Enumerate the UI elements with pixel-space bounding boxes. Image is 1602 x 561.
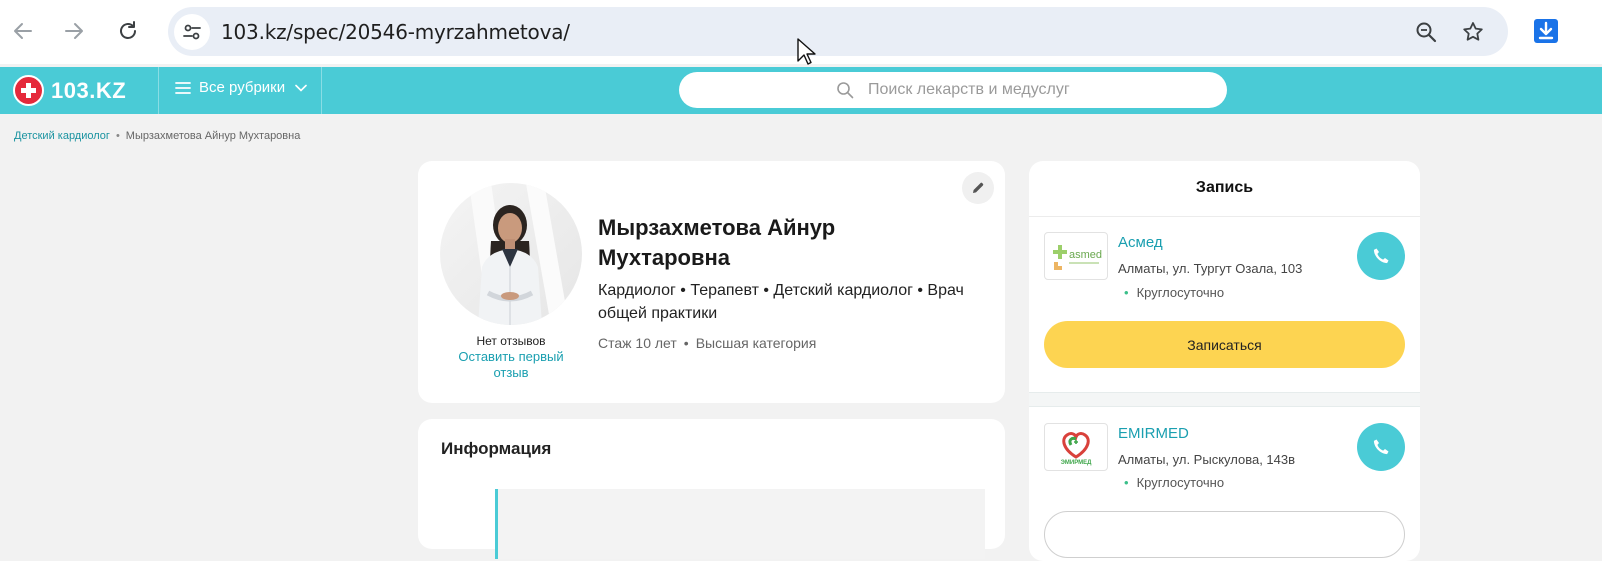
no-reviews-label: Нет отзывов	[476, 334, 546, 348]
asmed-logo[interactable]: asmed	[1044, 232, 1108, 280]
clinic-hours: • Круглосуточно	[1124, 475, 1224, 490]
url-text[interactable]: 103.kz/spec/20546-myrzahmetova/	[221, 20, 570, 44]
logo-text: 103.KZ	[51, 77, 127, 103]
header-divider	[321, 67, 322, 114]
booking-card: Запись asmed Асмед Алматы, ул. Тургут Оз…	[1029, 161, 1420, 561]
meta-separator: •	[683, 335, 689, 351]
all-rubrics-label: Все рубрики	[199, 79, 286, 96]
experience-text: Стаж 10 лет	[598, 335, 677, 351]
phone-icon	[1373, 248, 1389, 264]
clinic-separator	[1029, 392, 1420, 407]
open-status-dot: •	[1124, 285, 1129, 300]
clinic-hours-text: Круглосуточно	[1136, 285, 1225, 300]
information-content-box	[495, 489, 985, 559]
phone-icon	[1373, 439, 1389, 455]
book-appointment-button-secondary[interactable]	[1044, 511, 1405, 558]
leave-review-link[interactable]: Оставить первый отзыв	[440, 349, 582, 381]
doctor-name: Мырзахметова Айнур Мухтаровна	[598, 215, 836, 270]
call-button[interactable]	[1357, 232, 1405, 280]
pencil-icon	[973, 182, 984, 193]
book-appointment-button[interactable]: Записаться	[1044, 321, 1405, 368]
red-cross-logo-icon	[13, 75, 44, 106]
doctor-meta: Стаж 10 лет • Высшая категория	[598, 335, 816, 351]
header-divider	[158, 67, 159, 114]
hamburger-icon	[175, 81, 191, 94]
clinic-name-link[interactable]: EMIRMED	[1118, 425, 1189, 442]
information-card: Информация	[418, 419, 1005, 559]
clinic-hours-text: Круглосуточно	[1136, 475, 1225, 490]
site-info-icon[interactable]	[174, 14, 210, 50]
doctor-profile-card: Нет отзывов Оставить первый отзыв Мырзах…	[418, 161, 1005, 403]
information-title: Информация	[441, 439, 552, 458]
emirmed-logo[interactable]: ЭМИРМЕД	[1044, 423, 1108, 471]
reload-icon[interactable]	[111, 14, 145, 48]
breadcrumb: Детский кардиолог • Мырзахметова Айнур Мух…	[14, 130, 300, 142]
breadcrumb-separator: •	[115, 130, 120, 142]
category-text: Высшая категория	[695, 335, 817, 351]
open-status-dot: •	[1124, 475, 1129, 490]
booking-title: Запись	[1195, 179, 1254, 196]
edit-button[interactable]	[962, 172, 994, 204]
bookmark-star-icon[interactable]	[1458, 17, 1488, 47]
breadcrumb-current: Мырзахметова Айнур Мухтаровна	[125, 130, 301, 142]
site-header: 103.KZ Все рубрики Поиск лекарств и меду…	[0, 67, 1602, 114]
download-icon[interactable]	[1530, 14, 1562, 48]
zoom-icon[interactable]	[1411, 17, 1441, 47]
doctor-photo	[440, 183, 582, 325]
asmed-logo-text: asmed	[1069, 249, 1102, 261]
divider	[1029, 216, 1420, 217]
clinic-address: Алматы, ул. Рыскулова, 143в	[1118, 452, 1296, 467]
address-bar[interactable]: 103.kz/spec/20546-myrzahmetova/	[168, 7, 1508, 56]
all-rubrics-menu[interactable]: Все рубрики	[175, 79, 307, 96]
clinic-hours: • Круглосуточно	[1124, 285, 1224, 300]
back-arrow-icon[interactable]	[6, 14, 40, 48]
call-button[interactable]	[1357, 423, 1405, 471]
doctor-specialties: Кардиолог • Терапевт • Детский кардиолог…	[598, 282, 964, 322]
search-icon	[837, 82, 854, 99]
emirmed-logo-text: ЭМИРМЕД	[1061, 460, 1093, 466]
clinic-address: Алматы, ул. Тургут Озала, 103	[1118, 261, 1303, 276]
forward-arrow-icon[interactable]	[57, 14, 91, 48]
search-placeholder: Поиск лекарств и медуслуг	[868, 81, 1070, 98]
search-input[interactable]: Поиск лекарств и медуслуг	[679, 72, 1227, 108]
chevron-down-icon	[295, 84, 307, 92]
clinic-name-link[interactable]: Асмед	[1118, 234, 1163, 251]
site-logo[interactable]: 103.KZ	[13, 75, 126, 106]
breadcrumb-link-pediatric-cardiologist[interactable]: Детский кардиолог	[14, 130, 110, 142]
